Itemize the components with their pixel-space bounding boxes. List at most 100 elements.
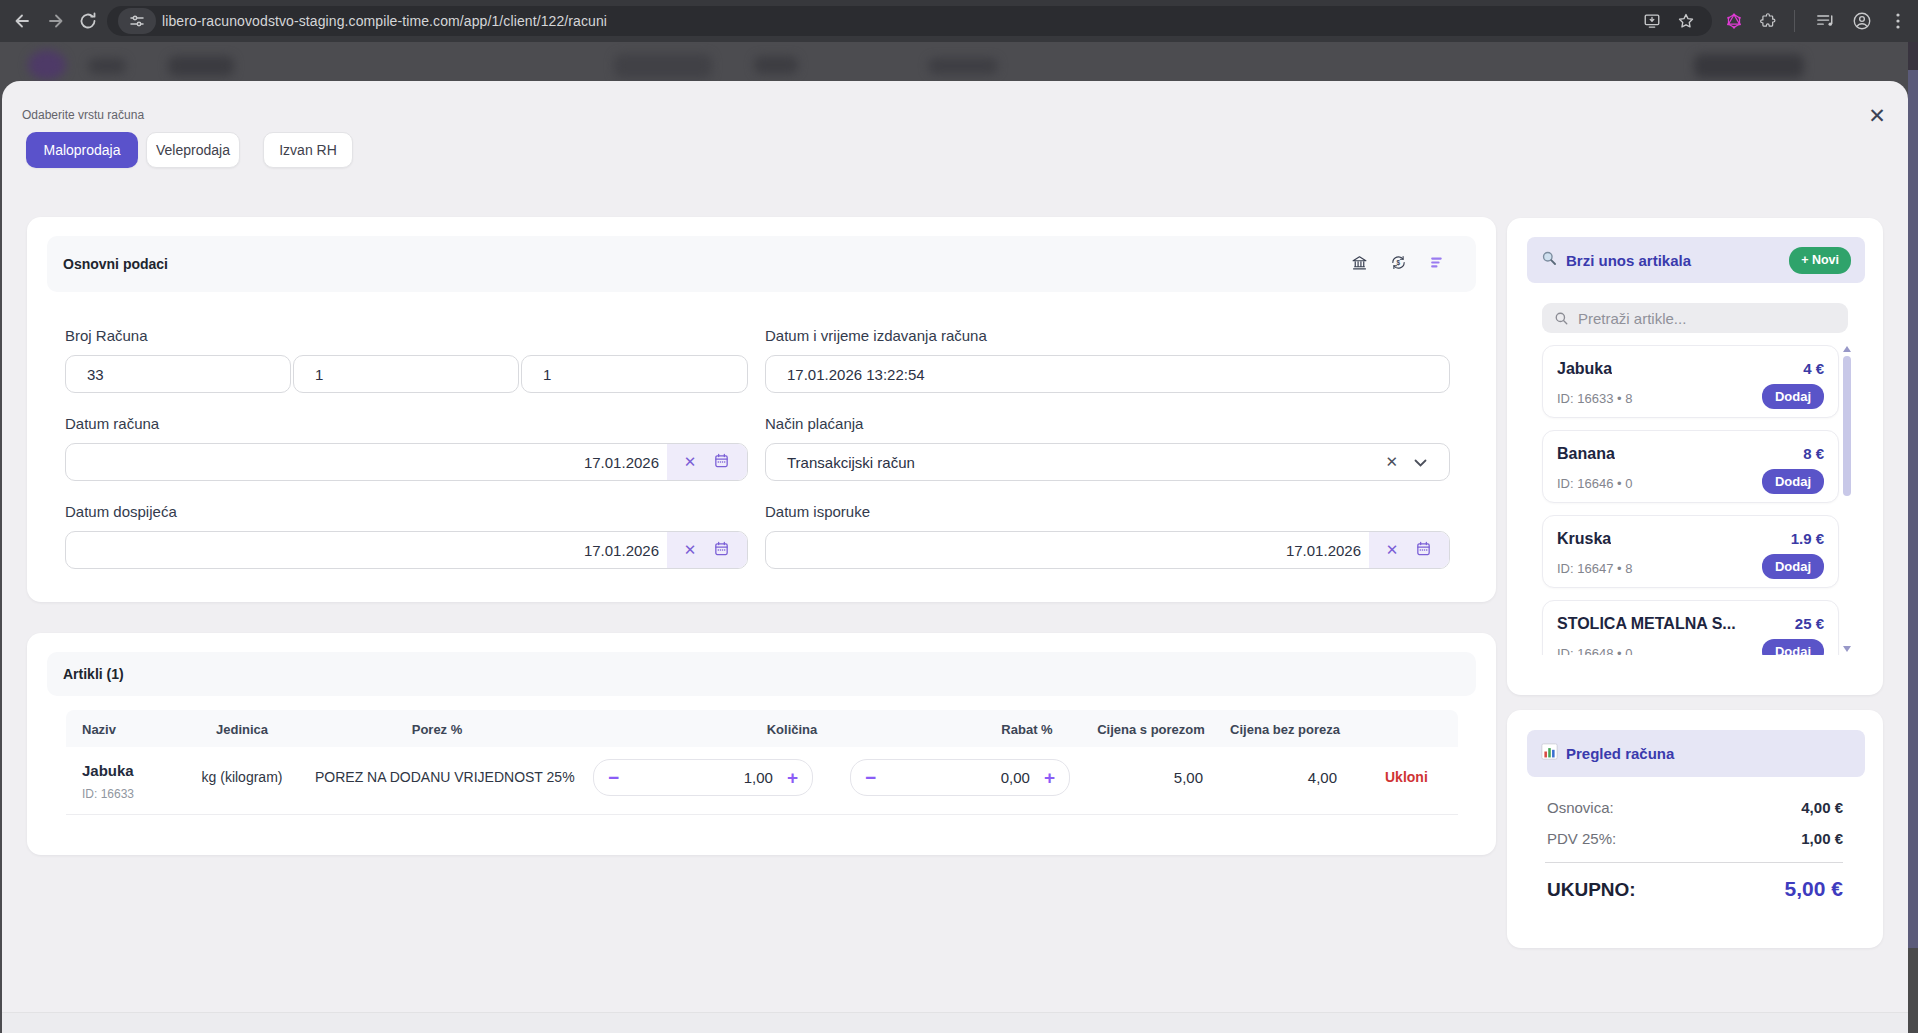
article-search-input[interactable]: Pretraži artikle... — [1542, 303, 1848, 333]
add-button[interactable]: Dodaj — [1762, 554, 1824, 579]
broj-racuna-input-3[interactable]: 1 — [521, 355, 748, 393]
pdv-value: 1,00 € — [1801, 830, 1843, 847]
item-price: 1.9 € — [1791, 530, 1824, 547]
datum-vrijeme-input[interactable]: 17.01.2026 13:22:54 — [765, 355, 1450, 393]
tab-maloprodaja[interactable]: Maloprodaja — [26, 132, 138, 168]
col-cijena-s: Cijena s porezom — [1097, 721, 1205, 736]
minus-icon[interactable]: − — [608, 767, 619, 789]
article-id: ID: 16633 — [82, 787, 134, 801]
calendar-icon[interactable] — [713, 452, 730, 472]
item-name: Jabuka — [1557, 360, 1612, 378]
clear-select-icon[interactable]: ✕ — [1385, 453, 1398, 471]
clear-date-icon[interactable]: ✕ — [684, 453, 697, 471]
quick-add-title: Brzi unos artikala — [1566, 252, 1691, 269]
item-name: STOLICA METALNA S... — [1557, 615, 1736, 633]
price-with-tax: 5,00 — [1127, 769, 1203, 786]
datum-isporuke-input[interactable]: 17.01.2026 ✕ — [765, 531, 1450, 569]
page-scrollbar[interactable] — [1908, 42, 1918, 1033]
graphql-extension-icon[interactable] — [1725, 12, 1743, 30]
broj-racuna-input-2[interactable]: 1 — [293, 355, 519, 393]
site-info-icon[interactable] — [118, 8, 156, 34]
close-icon[interactable]: ✕ — [1864, 103, 1890, 129]
bar-chart-icon — [1541, 743, 1558, 764]
plus-icon[interactable]: + — [787, 767, 798, 789]
extensions-puzzle-icon[interactable] — [1759, 12, 1777, 30]
item-price: 25 € — [1795, 615, 1824, 632]
article-list-item[interactable]: Kruska 1.9 € ID: 16647 • 8 Dodaj — [1542, 515, 1839, 588]
menu-dots-icon[interactable] — [1890, 11, 1906, 31]
summary-card: Pregled računa Osnovica: 4,00 € PDV 25%:… — [1507, 710, 1883, 948]
datum-dospijeca-input[interactable]: 17.01.2026 ✕ — [65, 531, 748, 569]
list-scrollbar-up[interactable] — [1843, 346, 1851, 352]
item-meta: ID: 16633 • 8 — [1557, 391, 1632, 406]
item-price: 4 € — [1803, 360, 1824, 377]
reload-icon[interactable] — [78, 11, 98, 31]
browser-toolbar: libero-racunovodstvo-staging.compile-tim… — [0, 0, 1918, 42]
article-row: Jabuka ID: 16633 kg (kilogram) POREZ NA … — [66, 747, 1458, 815]
article-list-item[interactable]: STOLICA METALNA S... 25 € ID: 16648 • 0 … — [1542, 600, 1839, 655]
playlist-icon[interactable] — [1815, 12, 1835, 30]
calendar-icon[interactable] — [713, 540, 730, 560]
datum-racuna-input[interactable]: 17.01.2026 ✕ — [65, 443, 748, 481]
broj-racuna-label: Broj Računa — [65, 327, 148, 344]
list-scrollbar-thumb[interactable] — [1843, 356, 1851, 496]
articles-table-header: Naziv Jedinica Porez % Količina Rabat % … — [66, 710, 1458, 747]
osnovica-value: 4,00 € — [1801, 799, 1843, 816]
list-scrollbar-down[interactable] — [1843, 646, 1851, 652]
clear-date-icon[interactable]: ✕ — [684, 541, 697, 559]
new-article-button[interactable]: + Novi — [1789, 247, 1851, 274]
address-bar[interactable]: libero-racunovodstvo-staging.compile-tim… — [107, 6, 1712, 36]
tab-izvan-rh[interactable]: Izvan RH — [263, 132, 353, 168]
item-price: 8 € — [1803, 445, 1824, 462]
article-tax: POREZ NA DODANU VRIJEDNOST 25% — [315, 769, 575, 785]
article-unit: kg (kilogram) — [202, 769, 283, 785]
articles-card: Artikli (1) Naziv Jedinica Porez % Količ… — [27, 633, 1496, 855]
add-button[interactable]: Dodaj — [1762, 469, 1824, 494]
summary-title: Pregled računa — [1566, 745, 1674, 762]
price-without-tax: 4,00 — [1261, 769, 1337, 786]
discount-stepper[interactable]: − 0,00 + — [850, 759, 1070, 796]
page: libero-racunovodstvo-staging.compile-tim… — [0, 0, 1918, 1033]
col-kolicina: Količina — [767, 721, 818, 736]
bookmark-star-icon[interactable] — [1677, 12, 1695, 30]
article-list-item[interactable]: Jabuka 4 € ID: 16633 • 8 Dodaj — [1542, 345, 1839, 418]
minus-icon[interactable]: − — [865, 767, 876, 789]
align-list-icon[interactable] — [1429, 254, 1446, 275]
quantity-stepper[interactable]: − 1,00 + — [593, 759, 813, 796]
summary-divider — [1545, 862, 1843, 863]
remove-button[interactable]: Ukloni — [1385, 769, 1428, 785]
clear-date-icon[interactable]: ✕ — [1386, 541, 1399, 559]
basic-info-title: Osnovni podaci — [63, 256, 168, 272]
datum-isporuke-label: Datum isporuke — [765, 503, 870, 520]
calendar-icon[interactable] — [1415, 540, 1432, 560]
back-icon[interactable] — [12, 11, 32, 31]
broj-racuna-input-1[interactable]: 33 — [65, 355, 291, 393]
modal-footer — [2, 1012, 1908, 1033]
add-button[interactable]: Dodaj — [1762, 639, 1824, 655]
col-naziv: Naziv — [82, 721, 116, 736]
bank-icon[interactable] — [1351, 254, 1368, 275]
col-rabat: Rabat % — [1001, 721, 1052, 736]
dimmed-logo — [28, 50, 66, 80]
chevron-down-icon[interactable] — [1414, 454, 1427, 471]
nacin-placanja-label: Način plaćanja — [765, 415, 863, 432]
tab-veleprodaja[interactable]: Veleprodaja — [146, 132, 240, 168]
datum-racuna-label: Datum računa — [65, 415, 159, 432]
profile-icon[interactable] — [1852, 11, 1872, 31]
item-meta: ID: 16647 • 8 — [1557, 561, 1632, 576]
articles-title: Artikli (1) — [63, 666, 124, 682]
article-list-item[interactable]: Banana 8 € ID: 16646 • 0 Dodaj — [1542, 430, 1839, 503]
forward-icon[interactable] — [46, 11, 66, 31]
url-text[interactable]: libero-racunovodstvo-staging.compile-tim… — [162, 6, 607, 36]
item-name: Banana — [1557, 445, 1615, 463]
article-name: Jabuka — [82, 762, 134, 779]
currency-exchange-icon[interactable]: $ — [1390, 254, 1407, 275]
datum-dospijeca-label: Datum dospijeća — [65, 503, 177, 520]
pdv-label: PDV 25%: — [1547, 830, 1616, 847]
add-button[interactable]: Dodaj — [1762, 384, 1824, 409]
plus-icon[interactable]: + — [1044, 767, 1055, 789]
install-icon[interactable] — [1643, 12, 1661, 30]
nacin-placanja-select[interactable]: Transakcijski račun ✕ — [765, 443, 1450, 481]
col-cijena-bez: Cijena bez poreza — [1230, 721, 1340, 736]
article-list: Jabuka 4 € ID: 16633 • 8 Dodaj Banana 8 … — [1507, 343, 1883, 655]
